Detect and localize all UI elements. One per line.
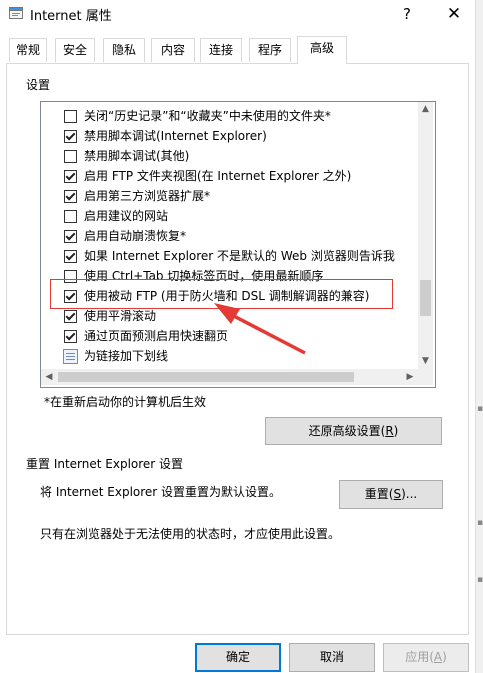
internet-options-icon xyxy=(9,7,23,19)
reset-note: 只有在浏览器处于无法使用的状态时，才应使用此设置。 xyxy=(40,527,341,541)
horizontal-scrollbar[interactable]: ◀ ▶ xyxy=(41,369,418,385)
scroll-up-icon[interactable]: ▲ xyxy=(418,102,433,117)
tab-programs[interactable]: 程序 xyxy=(249,38,291,62)
tab-content[interactable]: 内容 xyxy=(151,38,195,62)
checkbox[interactable] xyxy=(64,170,77,183)
list-item: 为链接加下划线 xyxy=(41,346,421,366)
settings-group-label: 设置 xyxy=(26,78,51,92)
list-item[interactable]: 启用第三方浏览器扩展* xyxy=(41,186,421,206)
close-button[interactable]: ✕ xyxy=(434,0,474,30)
tab-general[interactable]: 常规 xyxy=(9,38,47,62)
checkbox[interactable] xyxy=(64,130,77,143)
scroll-thumb[interactable] xyxy=(58,372,354,382)
scrollbar-corner xyxy=(418,369,433,385)
window-title: Internet 属性 xyxy=(30,9,112,24)
checkbox[interactable] xyxy=(64,150,77,163)
reset-section-heading: 重置 Internet Explorer 设置 xyxy=(26,457,184,471)
settings-list[interactable]: 关闭“历史记录”和“收藏夹”中未使用的文件夹* 禁用脚本调试(Internet … xyxy=(40,101,436,388)
settings-group-icon xyxy=(63,349,78,364)
list-item[interactable]: 禁用脚本调试(Internet Explorer) xyxy=(41,126,421,146)
check-icon xyxy=(65,190,76,201)
list-item[interactable]: 使用平滑滚动 xyxy=(41,306,421,326)
list-item[interactable]: 禁用脚本调试(其他) xyxy=(41,146,421,166)
background-window-edge xyxy=(475,0,483,673)
check-icon xyxy=(65,170,76,181)
edge-mark: ▪ xyxy=(477,518,483,528)
checkbox[interactable] xyxy=(64,190,77,203)
tab-connections[interactable]: 连接 xyxy=(200,38,242,62)
reset-button[interactable]: 重置(S)... xyxy=(339,480,443,509)
vertical-scrollbar[interactable]: ▲ ▼ xyxy=(418,102,433,369)
help-button[interactable]: ? xyxy=(392,0,422,30)
tab-privacy[interactable]: 隐私 xyxy=(103,38,145,62)
scroll-right-icon[interactable]: ▶ xyxy=(402,369,418,385)
list-item[interactable]: 启用 FTP 文件夹视图(在 Internet Explorer 之外) xyxy=(41,166,421,186)
title-bar: Internet 属性 ? ✕ xyxy=(0,0,483,30)
checkbox[interactable] xyxy=(64,330,77,343)
check-icon xyxy=(65,250,76,261)
check-icon xyxy=(65,130,76,141)
list-item[interactable]: 如果 Internet Explorer 不是默认的 Web 浏览器则告诉我 xyxy=(41,246,421,266)
tab-strip: 常规 安全 隐私 内容 连接 程序 高级 xyxy=(0,36,475,64)
tab-advanced[interactable]: 高级 xyxy=(297,36,347,64)
checkbox[interactable] xyxy=(64,250,77,263)
edge-mark: ▪ xyxy=(477,575,483,585)
scroll-thumb[interactable] xyxy=(420,280,431,316)
ok-button[interactable]: 确定 xyxy=(195,643,281,672)
apply-button[interactable]: 应用(A) xyxy=(383,643,469,672)
checkbox[interactable] xyxy=(64,310,77,323)
reset-description: 将 Internet Explorer 设置重置为默认设置。 xyxy=(40,485,282,499)
cancel-button[interactable]: 取消 xyxy=(289,643,375,672)
scroll-down-icon[interactable]: ▼ xyxy=(418,354,433,369)
restart-note: *在重新启动你的计算机后生效 xyxy=(44,395,207,409)
list-item[interactable]: 启用自动崩溃恢复* xyxy=(41,226,421,246)
checkbox[interactable] xyxy=(64,230,77,243)
annotation-highlight-box xyxy=(50,279,393,309)
check-icon xyxy=(65,230,76,241)
edge-mark: ▪ xyxy=(477,404,483,414)
checkbox[interactable] xyxy=(64,210,77,223)
list-item[interactable]: 关闭“历史记录”和“收藏夹”中未使用的文件夹* xyxy=(41,106,421,126)
check-icon xyxy=(65,330,76,341)
list-item[interactable]: 启用建议的网站 xyxy=(41,206,421,226)
checkbox[interactable] xyxy=(64,110,77,123)
list-item[interactable]: 通过页面预测启用快速翻页 xyxy=(41,326,421,346)
tab-security[interactable]: 安全 xyxy=(55,38,95,62)
restore-advanced-settings-button[interactable]: 还原高级设置(R) xyxy=(265,417,442,445)
check-icon xyxy=(65,310,76,321)
scroll-left-icon[interactable]: ◀ xyxy=(41,369,57,385)
